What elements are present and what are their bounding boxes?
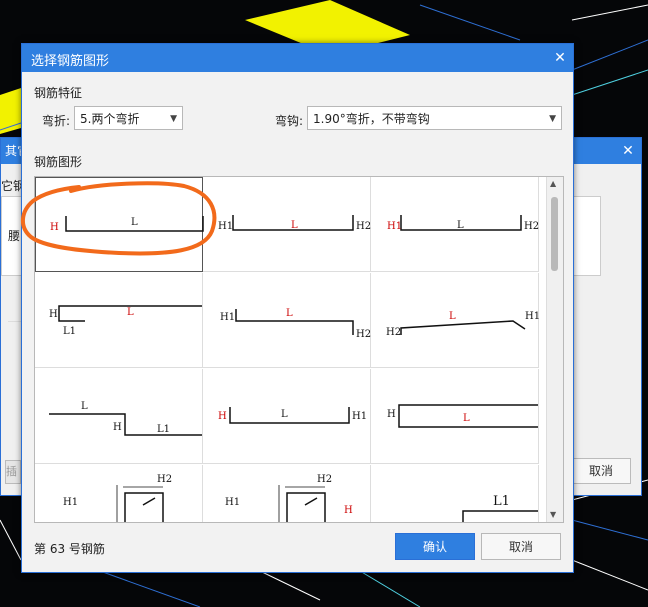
shape-label: L: [127, 307, 134, 318]
shape-label: H1: [225, 497, 240, 508]
cancel-button[interactable]: 取消: [481, 533, 561, 560]
shape-label: H2: [317, 474, 332, 485]
chevron-down-icon: ▼: [170, 114, 177, 124]
scrollbar-thumb[interactable]: [551, 197, 558, 271]
shape-label: H2: [356, 221, 371, 232]
shape-label: H1: [387, 221, 402, 232]
shape-label: H1: [220, 312, 235, 323]
shape-label: H1: [63, 497, 78, 508]
shape-cell-8[interactable]: H L H1: [203, 369, 371, 464]
shape-label: L1: [493, 494, 510, 509]
scroll-down-icon[interactable]: ▼: [550, 510, 556, 519]
background-cancel-button[interactable]: 取消: [571, 458, 631, 484]
shape-cell-11[interactable]: H1 H2 H: [203, 465, 371, 522]
hook-label: 弯钩:: [275, 114, 304, 128]
section-feature-title: 钢筋特征: [34, 86, 83, 100]
hook-select[interactable]: 1.90°弯折，不带弯钩 ▼: [307, 106, 562, 130]
shape-label: L: [81, 401, 88, 412]
grid-scrollbar[interactable]: ▲ ▼: [546, 177, 563, 522]
bend-label: 弯折:: [42, 114, 71, 128]
shape-label: H2: [356, 329, 371, 340]
bend-select-value: 5.两个弯折: [80, 112, 140, 126]
section-shape-title: 钢筋图形: [34, 155, 83, 169]
shape-label: L: [449, 311, 456, 322]
shape-label: L: [286, 308, 293, 319]
shape-cell-2[interactable]: H1 L H2: [203, 177, 371, 272]
confirm-button[interactable]: 确认: [395, 533, 475, 560]
shape-cell-9[interactable]: H L: [371, 369, 539, 464]
shape-label: H: [218, 411, 227, 422]
shape-label: L: [463, 413, 470, 424]
chevron-down-icon: ▼: [549, 114, 556, 124]
shape-label: L: [281, 409, 288, 420]
highlight-annotation: [21, 181, 217, 256]
dialog-titlebar: 选择钢筋图形 ✕: [22, 44, 573, 72]
shape-label: H: [387, 409, 396, 420]
shape-cell-12[interactable]: L1: [371, 465, 539, 522]
close-icon[interactable]: ✕: [551, 49, 569, 67]
shape-label: L1: [63, 326, 76, 337]
shape-label: H2: [157, 474, 172, 485]
shape-label: H1: [352, 411, 367, 422]
shape-label: H: [113, 422, 122, 433]
shape-label: H1: [525, 311, 539, 322]
shape-label: L1: [157, 424, 170, 435]
shape-cell-3[interactable]: H1 L H2: [371, 177, 539, 272]
shape-label: L: [457, 220, 464, 231]
hook-select-value: 1.90°弯折，不带弯钩: [313, 112, 430, 126]
shape-label: H1: [218, 221, 233, 232]
dialog-title: 选择钢筋图形: [31, 54, 110, 69]
select-rebar-shape-dialog: 选择钢筋图形 ✕ 钢筋特征 弯折: 5.两个弯折 ▼ 弯钩: 1.90°弯折，不…: [21, 43, 574, 573]
shape-cell-7[interactable]: L H L1: [35, 369, 203, 464]
background-insert-button[interactable]: 插: [5, 460, 21, 484]
status-text: 第 63 号钢筋: [34, 542, 105, 556]
shape-cell-5[interactable]: H1 L H2: [203, 273, 371, 368]
shape-label: H2: [386, 327, 401, 338]
shape-cell-4[interactable]: H L L1: [35, 273, 203, 368]
shape-label: H: [49, 309, 58, 320]
bend-select[interactable]: 5.两个弯折 ▼: [74, 106, 183, 130]
shape-cell-6[interactable]: H2 L H1: [371, 273, 539, 368]
shape-label: H: [344, 505, 353, 516]
scroll-up-icon[interactable]: ▲: [550, 179, 556, 188]
shape-label: H2: [524, 221, 539, 232]
yellow-shape-left: [0, 88, 21, 134]
shape-cell-10[interactable]: H1 H2: [35, 465, 203, 522]
background-close-icon[interactable]: ✕: [615, 138, 641, 164]
shape-label: L: [291, 220, 298, 231]
